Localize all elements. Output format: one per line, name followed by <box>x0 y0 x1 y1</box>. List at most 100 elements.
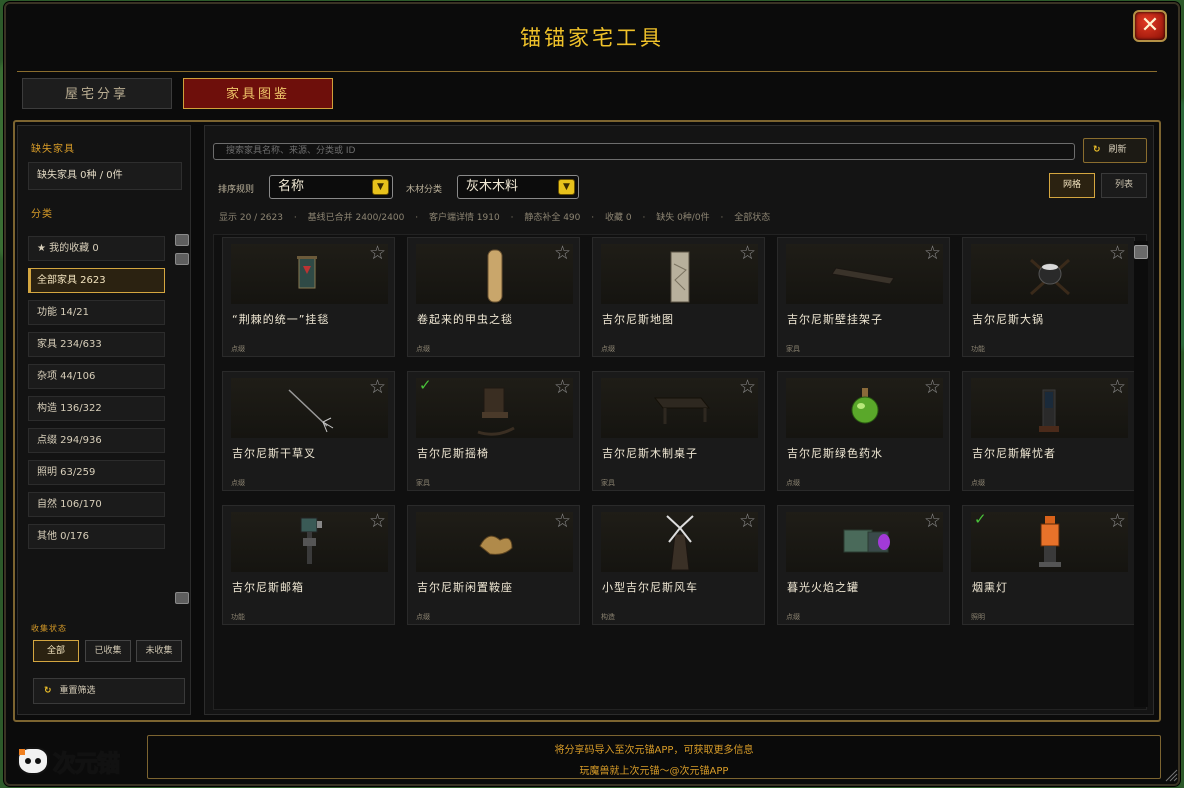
tab-house-share[interactable]: 屋宅分享 <box>22 78 172 109</box>
item-card[interactable]: ☆ 卷起来的甲虫之毯 点缀 <box>407 237 580 357</box>
category-function[interactable]: 功能 14/21 <box>28 300 165 325</box>
collect-status-title: 收集状态 <box>31 624 67 633</box>
favorite-star-icon[interactable]: ☆ <box>554 244 571 263</box>
filter-all-button[interactable]: 全部 <box>33 640 79 662</box>
item-card[interactable]: ☆ 吉尔尼斯干草叉 点缀 <box>222 371 395 491</box>
wood-label: 木材分类 <box>406 185 443 195</box>
collected-check-icon: ✓ <box>974 510 987 528</box>
item-name: 吉尔尼斯闲置鞍座 <box>417 581 513 594</box>
wood-value: 灰木木料 <box>466 179 519 194</box>
favorite-star-icon[interactable]: ☆ <box>924 378 941 397</box>
favorite-star-icon[interactable]: ☆ <box>554 512 571 531</box>
grid-scrollbar[interactable] <box>1134 241 1148 707</box>
tapestry-icon <box>231 244 388 304</box>
item-card[interactable]: ☆ 吉尔尼斯壁挂架子 家具 <box>777 237 950 357</box>
category-decoration[interactable]: 点缀 294/936 <box>28 428 165 453</box>
item-category: 点缀 <box>231 345 245 353</box>
category-scroll-down-button[interactable] <box>175 592 189 604</box>
category-all[interactable]: 全部家具 2623 <box>28 268 165 293</box>
sort-label: 排序规则 <box>218 185 255 195</box>
stat-client-details: 客户端详情 1910 <box>428 213 500 223</box>
sort-value: 名称 <box>278 179 305 194</box>
window-title: 锚锚家宅工具 <box>520 26 664 50</box>
category-scroll-thumb[interactable] <box>175 253 189 265</box>
item-card[interactable]: ✓ ☆ 吉尔尼斯摇椅 家具 <box>407 371 580 491</box>
favorite-star-icon[interactable]: ☆ <box>554 378 571 397</box>
category-lighting[interactable]: 照明 63/259 <box>28 460 165 485</box>
favorite-star-icon[interactable]: ☆ <box>369 378 386 397</box>
main-panel: 搜索家具名称、来源、分类或 ID ↻ 刷新 排序规则 名称 ▼ 木材分类 灰木木料… <box>204 125 1154 715</box>
category-favorites[interactable]: ★ 我的收藏 0 <box>28 236 165 261</box>
resize-grip-icon[interactable] <box>1164 768 1178 782</box>
item-card[interactable]: ☆ 吉尔尼斯解忧者 点缀 <box>962 371 1135 491</box>
rolled-rug-icon <box>416 244 573 304</box>
item-name: 小型吉尔尼斯风车 <box>602 581 698 594</box>
table-icon <box>601 378 758 438</box>
windmill-icon <box>601 512 758 572</box>
favorite-star-icon[interactable]: ☆ <box>924 512 941 531</box>
favorite-star-icon[interactable]: ☆ <box>1109 378 1126 397</box>
cauldron-icon <box>971 244 1128 304</box>
favorite-star-icon[interactable]: ☆ <box>369 244 386 263</box>
item-name: 吉尔尼斯干草叉 <box>232 447 316 460</box>
item-card[interactable]: ☆ 吉尔尼斯绿色药水 点缀 <box>777 371 950 491</box>
item-category: 功能 <box>231 613 245 621</box>
category-scroll-up-button[interactable] <box>175 234 189 246</box>
title-divider <box>17 71 1157 72</box>
refresh-icon: ↻ <box>1093 145 1101 155</box>
close-button[interactable]: ✕ <box>1133 10 1167 42</box>
item-card[interactable]: ☆ 吉尔尼斯地图 点缀 <box>592 237 765 357</box>
favorite-star-icon[interactable]: ☆ <box>924 244 941 263</box>
favorite-star-icon[interactable]: ☆ <box>739 244 756 263</box>
item-card[interactable]: ☆ 吉尔尼斯木制桌子 家具 <box>592 371 765 491</box>
item-category: 家具 <box>601 479 615 487</box>
potion-icon <box>786 378 943 438</box>
item-card[interactable]: ☆ “荆棘的统一”挂毯 点缀 <box>222 237 395 357</box>
category-misc[interactable]: 杂项 44/106 <box>28 364 165 389</box>
stat-separator: · <box>293 213 297 223</box>
refresh-button[interactable]: ↻ 刷新 <box>1083 138 1147 163</box>
view-list-button[interactable]: 列表 <box>1101 173 1147 198</box>
item-name: 吉尔尼斯摇椅 <box>417 447 489 460</box>
item-card[interactable]: ☆ 吉尔尼斯闲置鞍座 点缀 <box>407 505 580 625</box>
favorite-star-icon[interactable]: ☆ <box>1109 244 1126 263</box>
reset-filters-button[interactable]: ↻ 重置筛选 <box>33 678 185 704</box>
item-card[interactable]: ☆ 吉尔尼斯邮箱 功能 <box>222 505 395 625</box>
stat-separator: · <box>510 213 514 223</box>
item-name: 暮光火焰之罐 <box>787 581 859 594</box>
category-furniture[interactable]: 家具 234/633 <box>28 332 165 357</box>
footer-line-2: 玩魔兽就上次元锚～@次元锚APP <box>579 766 729 777</box>
filter-uncollected-button[interactable]: 未收集 <box>136 640 182 662</box>
tab-furniture-catalog[interactable]: 家具图鉴 <box>183 78 333 109</box>
view-grid-button[interactable]: 网格 <box>1049 173 1095 198</box>
wood-dropdown[interactable]: 灰木木料 ▼ <box>457 175 579 199</box>
cat-logo-icon <box>17 747 49 775</box>
item-card[interactable]: ☆ 吉尔尼斯大锅 功能 <box>962 237 1135 357</box>
stat-missing: 缺失 0种/0件 <box>656 213 710 223</box>
favorite-star-icon[interactable]: ☆ <box>739 512 756 531</box>
item-card[interactable]: ☆ 暮光火焰之罐 点缀 <box>777 505 950 625</box>
cage-icon <box>971 378 1128 438</box>
item-card[interactable]: ✓ ☆ 烟熏灯 照明 <box>962 505 1135 625</box>
favorite-star-icon[interactable]: ☆ <box>739 378 756 397</box>
favorite-star-icon[interactable]: ☆ <box>369 512 386 531</box>
brand-text: 次元锚 <box>52 750 121 778</box>
lantern-icon <box>971 512 1128 572</box>
chevron-down-icon: ▼ <box>558 179 575 195</box>
favorite-star-icon[interactable]: ☆ <box>1109 512 1126 531</box>
wall-shelf-icon <box>786 244 943 304</box>
category-other[interactable]: 其他 0/176 <box>28 524 165 549</box>
item-card[interactable]: ☆ 小型吉尔尼斯风车 构造 <box>592 505 765 625</box>
missing-furniture-summary: 缺失家具 0种 / 0件 <box>28 162 182 190</box>
category-nature[interactable]: 自然 106/170 <box>28 492 165 517</box>
search-input[interactable]: 搜索家具名称、来源、分类或 ID <box>213 143 1075 160</box>
footer-line-1: 将分享码导入至次元锚APP，可获取更多信息 <box>554 745 754 756</box>
category-structure[interactable]: 构造 136/322 <box>28 396 165 421</box>
item-category: 点缀 <box>786 479 800 487</box>
item-grid: ☆ “荆棘的统一”挂毯 点缀 ☆ 卷起来的甲虫之毯 点缀 ☆ 吉尔尼斯地图 点缀… <box>213 234 1148 710</box>
filter-collected-button[interactable]: 已收集 <box>85 640 131 662</box>
item-category: 家具 <box>786 345 800 353</box>
sort-dropdown[interactable]: 名称 ▼ <box>269 175 393 199</box>
stat-shown: 显示 20 / 2623 <box>219 213 283 223</box>
grid-scroll-thumb[interactable] <box>1134 245 1148 259</box>
